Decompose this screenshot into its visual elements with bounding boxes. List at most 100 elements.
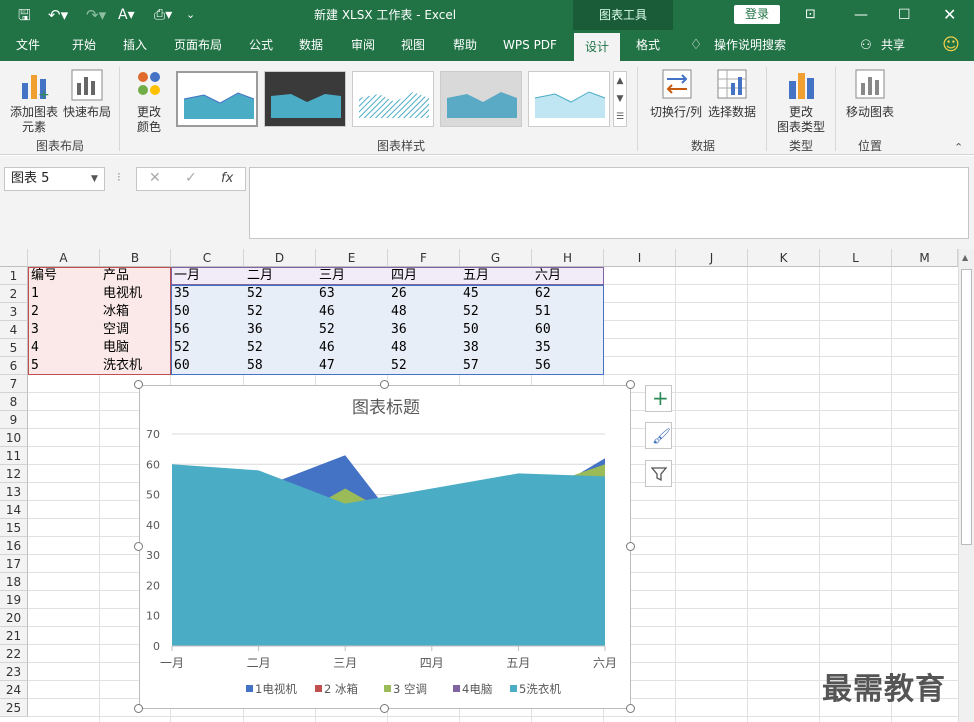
tab-data[interactable]: 数据	[290, 30, 332, 61]
styles-scroll[interactable]: ▲ ▼ ☰	[613, 71, 627, 127]
tab-review[interactable]: 审阅	[342, 30, 384, 61]
resize-handle[interactable]	[626, 380, 635, 389]
column-header-E[interactable]: E	[316, 249, 388, 267]
tab-file[interactable]: 文件	[8, 30, 48, 61]
chart-filters-button[interactable]	[645, 460, 672, 487]
row-header-2[interactable]: 2	[0, 285, 28, 303]
save-icon[interactable]: 🖫	[18, 0, 31, 30]
table-cell[interactable]: 空调	[100, 321, 171, 339]
row-header-21[interactable]: 21	[0, 627, 28, 645]
scroll-up-icon[interactable]: ▲	[962, 253, 968, 262]
table-cell[interactable]: 56	[532, 357, 604, 375]
table-cell[interactable]: 60	[171, 357, 244, 375]
row-header-5[interactable]: 5	[0, 339, 28, 357]
row-header-13[interactable]: 13	[0, 483, 28, 501]
tab-format[interactable]: 格式	[626, 30, 670, 61]
table-cell[interactable]: 48	[388, 339, 460, 357]
row-header-18[interactable]: 18	[0, 573, 28, 591]
row-header-7[interactable]: 7	[0, 375, 28, 393]
undo-icon[interactable]: ↶▾	[48, 0, 68, 30]
column-header-I[interactable]: I	[604, 249, 676, 267]
row-header-19[interactable]: 19	[0, 591, 28, 609]
select-all-corner[interactable]	[0, 249, 28, 267]
row-header-8[interactable]: 8	[0, 393, 28, 411]
row-header-9[interactable]: 9	[0, 411, 28, 429]
tab-insert[interactable]: 插入	[114, 30, 156, 61]
table-cell[interactable]: 51	[532, 303, 604, 321]
header-cell[interactable]: 五月	[460, 267, 532, 285]
table-cell[interactable]: 62	[532, 285, 604, 303]
table-cell[interactable]: 冰箱	[100, 303, 171, 321]
table-cell[interactable]: 57	[460, 357, 532, 375]
table-cell[interactable]: 52	[244, 339, 316, 357]
row-header-10[interactable]: 10	[0, 429, 28, 447]
tab-design[interactable]: 设计	[574, 33, 620, 61]
table-cell[interactable]: 2	[28, 303, 100, 321]
change-chart-type-button[interactable]: 更改 图表类型	[772, 67, 830, 137]
function-icon[interactable]: fx	[221, 171, 233, 186]
column-header-G[interactable]: G	[460, 249, 532, 267]
table-cell[interactable]: 52	[244, 303, 316, 321]
resize-handle[interactable]	[134, 542, 143, 551]
table-cell[interactable]: 60	[532, 321, 604, 339]
tab-formulas[interactable]: 公式	[240, 30, 282, 61]
close-icon[interactable]: ✕	[943, 0, 956, 30]
row-header-11[interactable]: 11	[0, 447, 28, 465]
row-header-23[interactable]: 23	[0, 663, 28, 681]
table-cell[interactable]: 26	[388, 285, 460, 303]
area-chart[interactable]: 图表标题 0 10 20 30 40 50 60 70 一月 二月 三月 四月 五月 六月 1电视机 2 冰箱 3…	[139, 385, 631, 709]
move-chart-button[interactable]: 移动图表	[842, 67, 898, 137]
column-header-D[interactable]: D	[244, 249, 316, 267]
table-cell[interactable]: 38	[460, 339, 532, 357]
font-color-icon[interactable]: A▾	[118, 0, 135, 30]
header-cell[interactable]: 二月	[244, 267, 316, 285]
header-cell[interactable]: 产品	[100, 267, 171, 285]
share-button[interactable]: 共享	[876, 30, 910, 61]
check-icon[interactable]: ✓	[185, 170, 197, 186]
table-cell[interactable]: 36	[388, 321, 460, 339]
tab-wps-pdf[interactable]: WPS PDF	[494, 30, 566, 61]
ribbon-display-icon[interactable]: ⊡	[805, 0, 816, 30]
column-header-L[interactable]: L	[820, 249, 892, 267]
tab-view[interactable]: 视图	[392, 30, 434, 61]
table-cell[interactable]: 电脑	[100, 339, 171, 357]
redo-icon[interactable]: ↷▾	[86, 0, 106, 30]
table-cell[interactable]: 洗衣机	[100, 357, 171, 375]
table-cell[interactable]: 58	[244, 357, 316, 375]
table-cell[interactable]: 50	[171, 303, 244, 321]
table-cell[interactable]: 35	[171, 285, 244, 303]
column-header-C[interactable]: C	[171, 249, 244, 267]
tab-home[interactable]: 开始	[62, 30, 106, 61]
tell-me-search[interactable]: 操作说明搜索	[708, 30, 792, 61]
smiley-icon[interactable]: ☺	[938, 30, 964, 61]
header-cell[interactable]: 六月	[532, 267, 604, 285]
table-cell[interactable]: 4	[28, 339, 100, 357]
chart-elements-button[interactable]: +	[645, 385, 672, 412]
row-header-16[interactable]: 16	[0, 537, 28, 555]
column-header-J[interactable]: J	[676, 249, 748, 267]
row-header-15[interactable]: 15	[0, 519, 28, 537]
header-cell[interactable]: 四月	[388, 267, 460, 285]
table-cell[interactable]: 36	[244, 321, 316, 339]
table-cell[interactable]: 52	[171, 339, 244, 357]
chart-style-5[interactable]	[528, 71, 610, 127]
chart-style-4[interactable]	[440, 71, 522, 127]
tab-page-layout[interactable]: 页面布局	[164, 30, 232, 61]
table-cell[interactable]: 52	[388, 357, 460, 375]
column-header-H[interactable]: H	[532, 249, 604, 267]
table-cell[interactable]: 电视机	[100, 285, 171, 303]
chart-style-3[interactable]	[352, 71, 434, 127]
tab-help[interactable]: 帮助	[442, 30, 488, 61]
quick-layout-button[interactable]: 快速布局	[62, 67, 112, 137]
header-cell[interactable]: 编号	[28, 267, 100, 285]
table-cell[interactable]: 50	[460, 321, 532, 339]
print-preview-icon[interactable]: ⎙▾	[154, 0, 172, 30]
maximize-icon[interactable]: ☐	[898, 0, 911, 30]
table-cell[interactable]: 3	[28, 321, 100, 339]
table-cell[interactable]: 52	[244, 285, 316, 303]
chart-style-1[interactable]	[176, 71, 258, 127]
row-header-3[interactable]: 3	[0, 303, 28, 321]
row-header-20[interactable]: 20	[0, 609, 28, 627]
header-cell[interactable]: 一月	[171, 267, 244, 285]
header-cell[interactable]: 三月	[316, 267, 388, 285]
